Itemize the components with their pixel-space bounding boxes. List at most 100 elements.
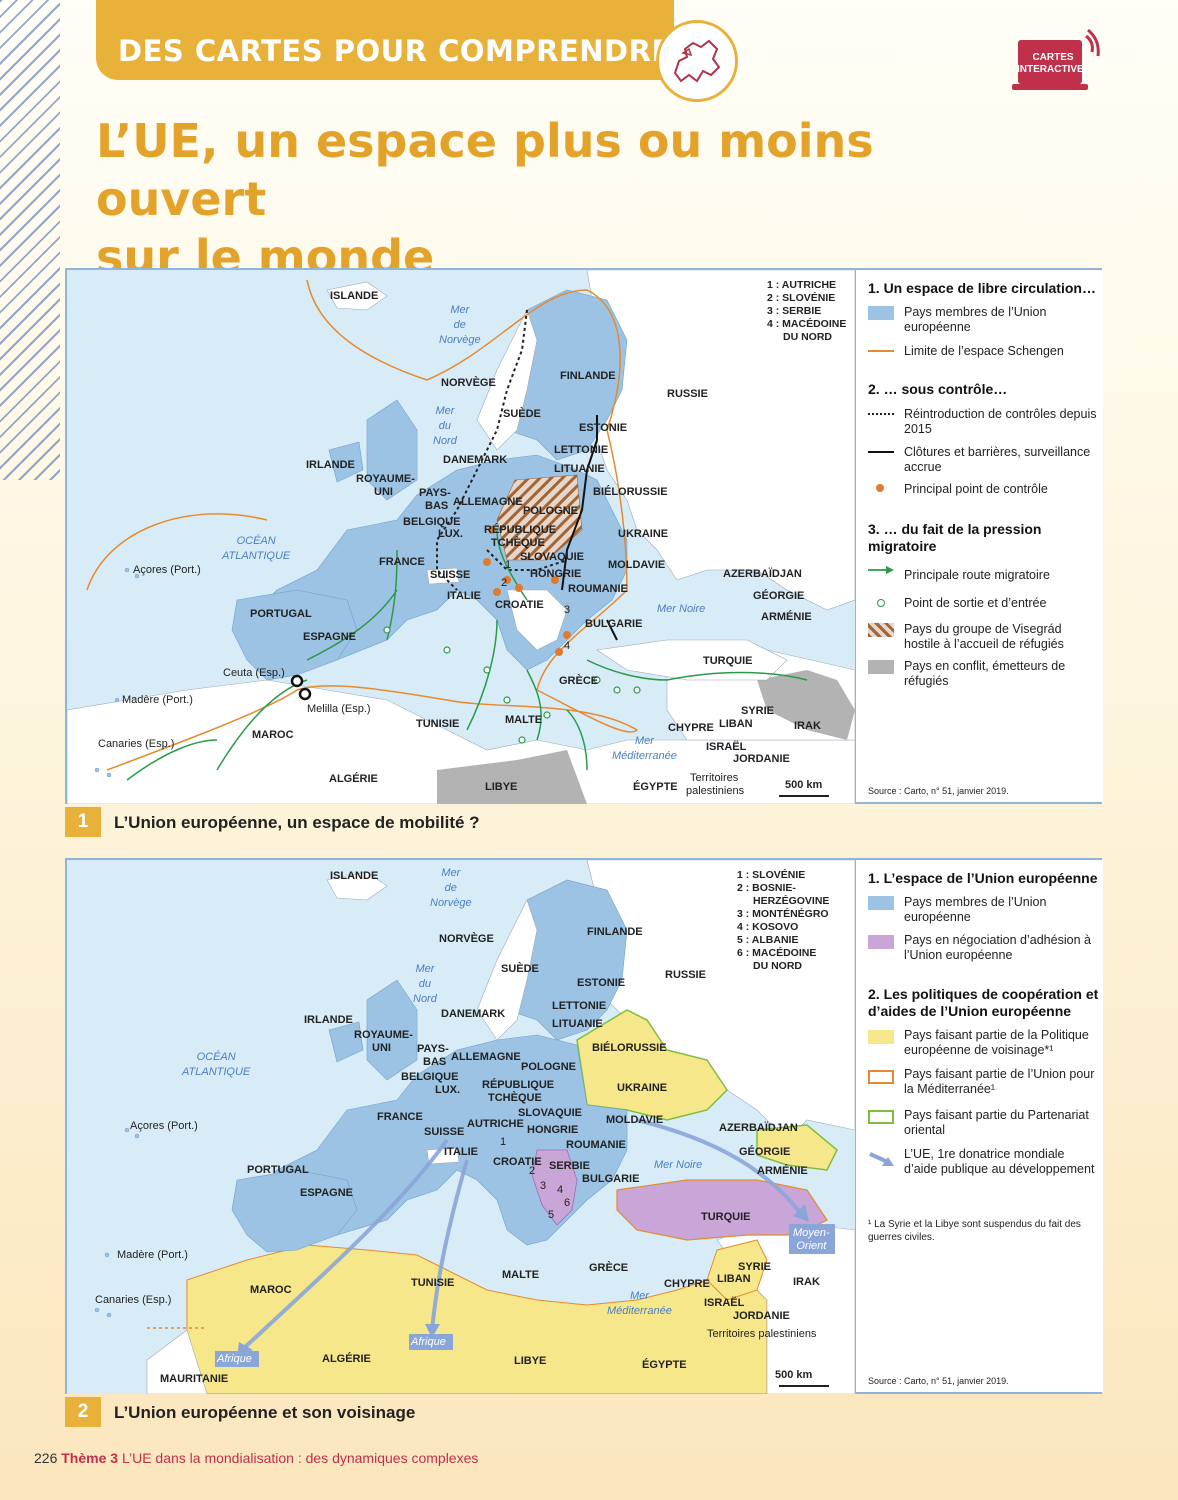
country-label: HONGRIE <box>527 1124 579 1136</box>
country-label: UNI <box>372 1042 391 1054</box>
country-label: ROYAUME- <box>354 1029 413 1041</box>
legend-swatch-aid-arrow <box>868 1150 894 1170</box>
territory-label: Territoires palestiniens <box>707 1328 817 1340</box>
country-label: BULGARIE <box>582 1173 640 1185</box>
legend-swatch-control-point <box>876 484 884 492</box>
country-label: BAS <box>423 1056 447 1068</box>
country-label: TCHÈQUE <box>488 1092 542 1104</box>
map-number-label: 3 <box>564 604 571 616</box>
map2-caption-number: 2 <box>65 1397 101 1427</box>
country-label: IRAK <box>794 720 821 732</box>
country-label: ISLANDE <box>330 290 379 302</box>
territory-label: Madère (Port.) <box>122 694 193 706</box>
legend-item: L’UE, 1re donatrice mondiale d’aide publ… <box>904 1147 1095 1176</box>
country-label: ARMÉNIE <box>761 611 812 623</box>
legend-note: ¹ La Syrie et la Libye sont suspendus du… <box>868 1219 1081 1243</box>
map2-number-key: 1 : SLOVÉNIE 2 : BOSNIE- HERZÉGOVINE 3 : MO… <box>737 869 830 972</box>
country-label: SUISSE <box>424 1126 465 1138</box>
legend-item: Pays du groupe de Visegrád hostile à l’a… <box>904 622 1064 651</box>
country-label: IRLANDE <box>304 1014 353 1026</box>
black-sea-label: Mer Noire <box>657 603 706 615</box>
country-label: TUNISIE <box>411 1277 455 1289</box>
country-label: FRANCE <box>377 1111 423 1123</box>
sea-norway-label: Mer de Norvège <box>439 304 481 346</box>
ocean-label: OCÉAN ATLANTIQUE <box>222 535 291 562</box>
country-label: JORDANIE <box>733 753 790 765</box>
legend-swatch-fences <box>868 451 894 453</box>
legend-item: Pays membres de l’Union européenne <box>904 895 1047 924</box>
country-label: RÉPUBLIQUE <box>482 1079 555 1091</box>
country-label: GÉORGIE <box>753 590 805 602</box>
legend-item: Pays en conflit, émetteurs de réfugiés <box>904 659 1066 688</box>
map-number-label: 6 <box>564 1197 571 1209</box>
country-label: SUÈDE <box>503 408 541 420</box>
country-label: LIBAN <box>719 718 753 730</box>
country-label: PORTUGAL <box>250 608 312 620</box>
country-label: ÉGYPTE <box>642 1359 687 1371</box>
legend-source: Source : Carto, n° 51, janvier 2019. <box>868 1376 1009 1386</box>
legend-item: Pays faisant partie de la Politique euro… <box>904 1028 1089 1057</box>
country-label: LIBYE <box>514 1355 547 1367</box>
country-label: UKRAINE <box>617 1082 668 1094</box>
map-mobility: Mer de Norvège Mer du Nord OCÉAN ATLANTIQUE M… <box>65 268 1103 804</box>
legend-swatch-controls <box>868 413 894 415</box>
country-label: IRAK <box>793 1276 820 1288</box>
map-number-label: 2 <box>501 577 508 589</box>
scale-label: 500 km <box>785 779 823 791</box>
territory-label: Territoires <box>690 772 739 784</box>
territory-label: Ceuta (Esp.) <box>223 667 285 679</box>
legend-swatch-entry-point <box>877 599 885 607</box>
country-label: MAROC <box>252 729 294 741</box>
country-label: TURQUIE <box>703 655 753 667</box>
country-label: PAYS- <box>417 1043 449 1055</box>
country-label: AZERBAÏDJAN <box>723 568 802 580</box>
legend-heading: 1. Un espace de libre circulation… <box>868 280 1096 296</box>
decorative-hatching <box>0 0 60 480</box>
legend-source: Source : Carto, n° 51, janvier 2019. <box>868 786 1009 796</box>
territory-label: Canaries (Esp.) <box>98 738 175 750</box>
territory-label: Madère (Port.) <box>117 1249 188 1261</box>
country-label: HONGRIE <box>530 568 582 580</box>
country-label: CHYPRE <box>668 722 714 734</box>
legend-heading: 3. … du fait de la pression migratoire <box>868 521 1042 554</box>
legend-item: Réintroduction de contrôles depuis 2015 <box>904 407 1097 436</box>
country-label: NORVÈGE <box>439 933 494 945</box>
map2-caption: L’Union européenne et son voisinage <box>114 1403 416 1422</box>
legend-item: Principal point de contrôle <box>904 482 1048 496</box>
mediterranean-label: Mer Méditerranée <box>612 735 677 762</box>
cartes-line1: CARTES <box>1032 52 1074 63</box>
territory-label: palestiniens <box>686 785 745 797</box>
country-label: BIÉLORUSSIE <box>592 1042 667 1054</box>
country-label: MALTE <box>502 1269 540 1281</box>
country-label: SUISSE <box>430 569 471 581</box>
country-label: ALGÉRIE <box>322 1353 371 1365</box>
country-label: LUX. <box>438 528 464 540</box>
footer-text: L’UE dans la mondialisation : des dynami… <box>121 1450 479 1466</box>
map-number-label: 2 <box>529 1165 536 1177</box>
country-label: ITALIE <box>447 590 482 602</box>
country-label: BAS <box>425 500 449 512</box>
country-label: CHYPRE <box>664 1278 710 1290</box>
country-label: FRANCE <box>379 556 425 568</box>
country-label: RÉPUBLIQUE <box>484 524 557 536</box>
country-label: AZERBAÏDJAN <box>719 1122 798 1134</box>
interactive-maps-label: CARTES INTERACTIVES <box>1017 52 1090 76</box>
country-label: MOLDAVIE <box>608 559 666 571</box>
country-label: GRÈCE <box>589 1262 629 1274</box>
legend-item: Pays faisant partie de l’Union pour la M… <box>904 1067 1095 1096</box>
country-label: TCHÈQUE <box>491 537 545 549</box>
legend-item: Limite de l’espace Schengen <box>904 344 1064 358</box>
country-label: SUÈDE <box>501 963 539 975</box>
legend-swatch-mediterranean-union <box>868 1070 894 1084</box>
country-label: SYRIE <box>741 705 775 717</box>
legend-item: Pays en négociation d’adhésion à l’Union… <box>904 933 1091 962</box>
middle-east-tag: Moyen- Orient <box>793 1227 830 1252</box>
legend-swatch-eu <box>868 896 894 910</box>
map-number-label: 1 <box>505 559 512 571</box>
country-label: PORTUGAL <box>247 1164 309 1176</box>
section-banner-label: DES CARTES POUR COMPRENDRE <box>118 34 672 68</box>
sea-north-label: Mer du Nord <box>413 963 437 1005</box>
page-footer: 226 Thème 3 L’UE dans la mondialisation … <box>34 1450 478 1466</box>
country-label: JORDANIE <box>733 1310 790 1322</box>
country-label: ISLANDE <box>330 870 379 882</box>
